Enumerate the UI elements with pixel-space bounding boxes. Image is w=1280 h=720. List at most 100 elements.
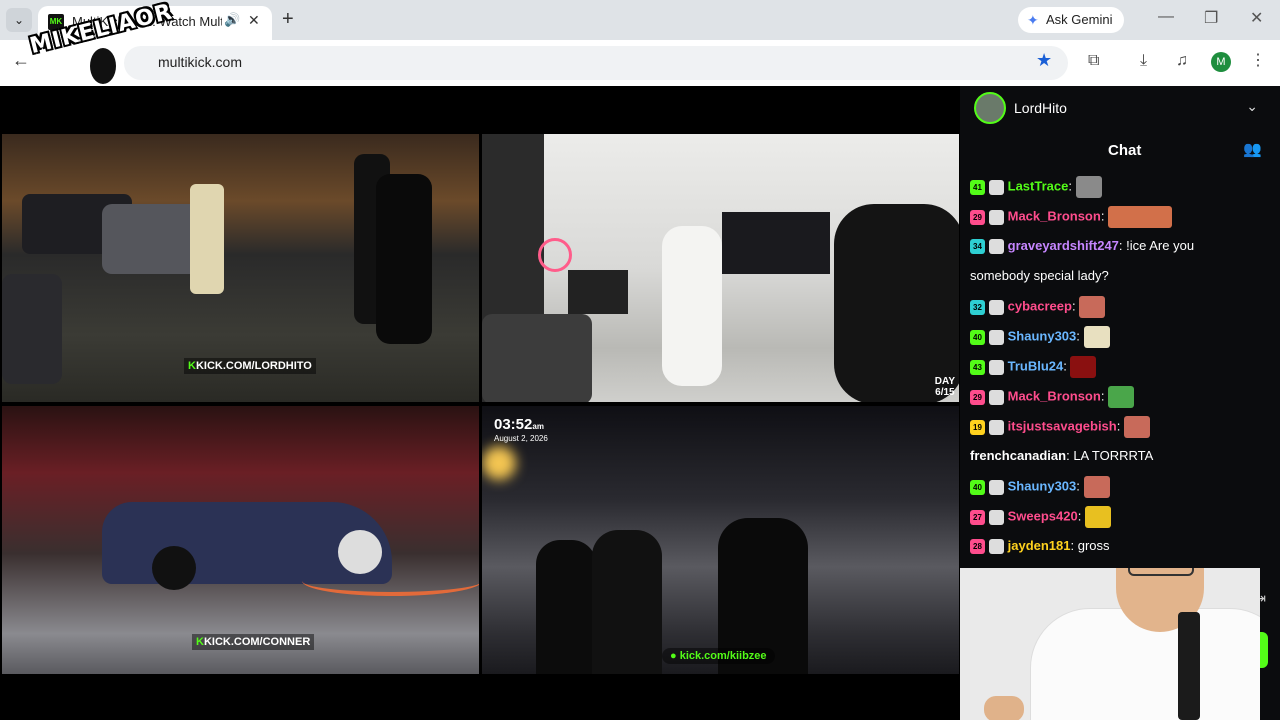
chat-username[interactable]: LastTrace	[1008, 178, 1069, 193]
download-icon[interactable]: ⤓	[1140, 52, 1147, 70]
subscriber-badge: 28	[970, 539, 985, 555]
microphone	[1178, 612, 1200, 720]
tab-dropdown-icon[interactable]: ⌄	[6, 8, 32, 32]
chat-messages: 41 LastTrace: 29 Mack_Bronson: 34 gravey…	[960, 176, 1280, 566]
chat-text: somebody special lady?	[970, 268, 1109, 283]
close-icon[interactable]: ✕	[248, 12, 260, 29]
chat-username[interactable]: cybacreep	[1008, 298, 1072, 313]
emote-icon	[1079, 296, 1106, 318]
chat-username[interactable]: Shauny303	[1008, 478, 1077, 493]
stream-tile-2[interactable]: DAY 6/15	[482, 134, 959, 402]
day-counter: DAY 6/15	[934, 376, 955, 398]
stream-tile-3[interactable]: KKICK.COM/CONNER	[2, 406, 479, 674]
subscriber-badge: 29	[970, 389, 985, 405]
stream-clock: 03:52am	[494, 416, 544, 433]
badge-icon	[989, 179, 1004, 195]
glasses	[1128, 568, 1194, 576]
emote-icon	[1108, 206, 1173, 228]
subscriber-badge: 40	[970, 329, 985, 345]
video-grid: KKICK.COM/LORDHITO DAY 6/15 KKICK.COM/CON…	[0, 86, 960, 720]
webcam-overlay	[960, 568, 1260, 720]
chat-message: 29 Mack_Bronson:	[970, 386, 1135, 408]
emote-icon	[1084, 506, 1111, 528]
badge-icon	[989, 359, 1004, 375]
chevron-down-icon[interactable]: ⌄	[1246, 98, 1258, 115]
back-icon[interactable]: ←	[12, 50, 30, 71]
chat-username[interactable]: graveyardshift247	[1008, 238, 1119, 253]
minimize-icon[interactable]: —	[1158, 8, 1174, 26]
badge-icon	[989, 539, 1004, 555]
chat-username[interactable]: TruBlu24	[1008, 358, 1064, 373]
badge-icon	[989, 209, 1004, 225]
mascot-logo	[88, 46, 118, 86]
profile-avatar[interactable]: M	[1211, 52, 1231, 72]
stream-tile-1[interactable]: KKICK.COM/LORDHITO	[2, 134, 479, 402]
chat-message: 19 itsjustsavagebish:	[970, 416, 1150, 438]
badge-icon	[989, 419, 1004, 435]
emote-icon	[1083, 476, 1110, 498]
subscriber-badge: 27	[970, 509, 985, 525]
stream-watermark: KKICK.COM/CONNER	[192, 634, 315, 650]
chat-text: gross	[1077, 538, 1110, 553]
subscriber-badge: 19	[970, 419, 985, 435]
tab-bar: ⌄ MK MultiKick.com: Watch Multi 🔊 ✕ + ✦ …	[0, 0, 1280, 40]
badge-icon	[989, 479, 1004, 495]
emote-icon	[1083, 326, 1110, 348]
chat-username[interactable]: jayden181	[1008, 538, 1071, 553]
emote-icon	[1075, 176, 1102, 198]
subscriber-badge: 34	[970, 239, 985, 255]
chat-message: 27 Sweeps420:	[970, 506, 1111, 528]
new-tab-icon[interactable]: +	[282, 8, 294, 30]
chat-username[interactable]: Mack_Bronson	[1008, 208, 1101, 223]
streamer-name: LordHito	[1014, 100, 1067, 116]
chat-username[interactable]: Sweeps420	[1008, 508, 1078, 523]
badge-icon	[989, 239, 1004, 255]
media-control-icon[interactable]: ♫	[1176, 52, 1188, 70]
audio-icon[interactable]: 🔊	[224, 12, 240, 28]
badge-icon	[989, 389, 1004, 405]
gemini-label: Ask Gemini	[1046, 12, 1113, 27]
chat-username[interactable]: itsjustsavagebish	[1008, 418, 1117, 433]
chat-username[interactable]: Mack_Bronson	[1008, 388, 1101, 403]
chat-message: 29 Mack_Bronson:	[970, 206, 1173, 228]
more-icon[interactable]: ⋮	[1250, 50, 1266, 70]
chat-message: 41 LastTrace:	[970, 176, 1102, 198]
chat-text: LA TORRRTA	[1073, 448, 1154, 463]
chat-message: 43 TruBlu24:	[970, 356, 1097, 378]
chat-message: somebody special lady?	[970, 266, 1109, 286]
stream-watermark: ● kick.com/kiibzee	[662, 648, 775, 664]
ask-gemini-button[interactable]: ✦ Ask Gemini	[1018, 7, 1124, 33]
chat-text: !ice Are you	[1126, 238, 1195, 253]
gemini-spark-icon: ✦	[1027, 12, 1039, 28]
chat-message: 28 jayden181: gross	[970, 536, 1110, 556]
subscriber-badge: 32	[970, 299, 985, 315]
chat-title: Chat	[1108, 142, 1142, 159]
extensions-icon[interactable]: ⧉	[1088, 52, 1099, 70]
emote-icon	[1070, 356, 1097, 378]
chat-message: 40 Shauny303:	[970, 476, 1110, 498]
chat-username[interactable]: frenchcanadian	[970, 448, 1066, 463]
badge-icon	[989, 329, 1004, 345]
subscriber-badge: 40	[970, 479, 985, 495]
emote-icon	[1123, 416, 1150, 438]
chat-message: 34 graveyardshift247: !ice Are you	[970, 236, 1194, 256]
stream-tile-4[interactable]: 03:52am August 2, 2026 ● kick.com/kiibze…	[482, 406, 959, 674]
subscriber-badge: 43	[970, 359, 985, 375]
users-icon[interactable]: 👥	[1243, 140, 1262, 158]
chat-username[interactable]: Shauny303	[1008, 328, 1077, 343]
window-close-icon[interactable]: ✕	[1250, 8, 1263, 28]
bookmark-star-icon[interactable]: ★	[1036, 50, 1052, 71]
stream-watermark: KKICK.COM/LORDHITO	[184, 358, 316, 374]
streamer-avatar	[974, 92, 1006, 124]
emote-icon	[1108, 386, 1135, 408]
badge-icon	[989, 509, 1004, 525]
chat-message: frenchcanadian: LA TORRRTA	[970, 448, 1154, 463]
url-text[interactable]: multikick.com	[158, 54, 242, 70]
restore-icon[interactable]: ❐	[1204, 8, 1218, 28]
stream-date: August 2, 2026	[494, 434, 548, 443]
subscriber-badge: 29	[970, 209, 985, 225]
chat-message: 40 Shauny303:	[970, 326, 1110, 348]
omnibox[interactable]	[124, 46, 1068, 80]
streamer-selector[interactable]: LordHito ⌄	[960, 86, 1280, 132]
subscriber-badge: 41	[970, 179, 985, 195]
